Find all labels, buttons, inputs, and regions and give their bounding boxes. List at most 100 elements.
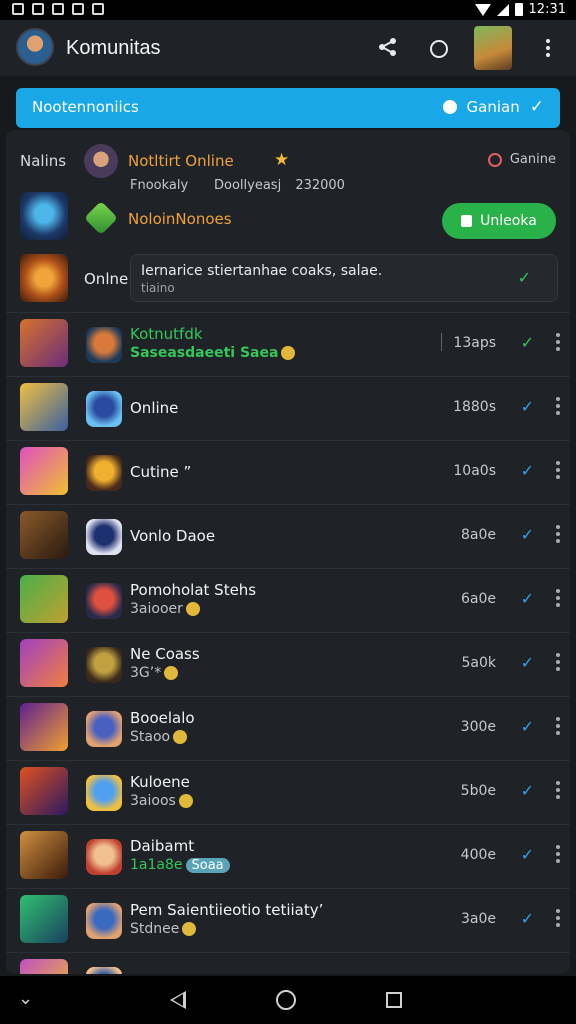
list-item[interactable]: Cutine ” 10a0s ✓ (6, 440, 570, 502)
more-vert-icon[interactable] (556, 909, 560, 927)
more-vert-icon[interactable] (556, 461, 560, 479)
online-label: Onlne (84, 270, 129, 288)
divider (441, 333, 442, 351)
list-item[interactable]: Online 1880s ✓ (6, 376, 570, 438)
circle-icon[interactable] (426, 36, 450, 60)
list-item[interactable]: Kuloene 3aioos 5b0e ✓ (6, 760, 570, 822)
item-avatar[interactable] (86, 455, 122, 491)
list-item[interactable]: Pem Saientiieotio tetiiaty’ Stdnee 3a0e ✓ (6, 888, 570, 950)
header-avatar[interactable] (84, 144, 118, 178)
item-thumbnail (20, 319, 68, 367)
item-avatar[interactable] (86, 327, 122, 363)
list-item[interactable]: Ne Coass 3G’* 5a0k ✓ (6, 632, 570, 694)
check-icon: ✓ (520, 461, 534, 480)
more-vert-icon[interactable] (536, 36, 560, 60)
item-name: Pem Saientiieotio tetiiaty’ (130, 901, 324, 919)
item-subtitle-text: Saseasdaeeti Saea (130, 345, 279, 361)
banner-text: Nootennoniics (32, 98, 139, 116)
item-name: Kuloene (130, 773, 190, 791)
check-icon: ✓ (520, 333, 534, 352)
featured-row[interactable]: NoloinNonoes Unleoka (6, 190, 570, 250)
online-row[interactable]: Onlne Iernarice stiertanhae coaks, salae… (20, 254, 558, 304)
item-avatar[interactable] (86, 519, 122, 555)
status-time: 12:31 (528, 2, 566, 17)
item-subtitle: 1a1a8e Soaa (130, 857, 230, 873)
coin-icon (281, 346, 296, 360)
share-icon[interactable] (376, 36, 400, 60)
banner-action[interactable]: Ganian ✓ (442, 97, 544, 117)
check-icon: ✓ (529, 97, 544, 117)
item-name: Cutine ” (130, 463, 192, 481)
message-bubble[interactable]: Iernarice stiertanhae coaks, salae. tiai… (130, 254, 558, 302)
more-vert-icon[interactable] (556, 397, 560, 415)
list-item[interactable]: Vonlo Daoe 8a0e ✓ (6, 504, 570, 566)
recents-icon[interactable] (386, 992, 402, 1008)
more-vert-icon[interactable] (556, 525, 560, 543)
item-thumbnail (20, 575, 68, 623)
more-vert-icon[interactable] (556, 717, 560, 735)
chevron-down-icon[interactable]: ⌄ (18, 988, 33, 1009)
item-subtitle: 3aiooer (130, 601, 200, 617)
more-vert-icon[interactable] (556, 653, 560, 671)
notification-banner[interactable]: Nootennoniics Ganian ✓ (16, 88, 560, 128)
item-avatar[interactable] (86, 711, 122, 747)
message-text: Iernarice stiertanhae coaks, salae. (141, 263, 383, 279)
list-item[interactable]: Booelalo Staoo 300e ✓ (6, 696, 570, 758)
item-subtitle: Staoo (130, 729, 188, 745)
header-label: Nalins (20, 152, 67, 170)
coin-icon (185, 602, 200, 616)
item-avatar[interactable] (86, 839, 122, 875)
item-name: Kotnutfdk (130, 325, 203, 343)
item-thumbnail (20, 383, 68, 431)
battery-icon (514, 3, 523, 16)
item-thumbnail (20, 767, 68, 815)
signal-icon (496, 3, 509, 16)
lock-icon (461, 215, 473, 227)
notification-icon (72, 3, 84, 15)
list-item[interactable]: Aodhae (6, 952, 570, 974)
item-thumbnail (20, 447, 68, 495)
list-item[interactable]: Kotnutfdk Saseasdaeeti Saea 13aps ✓ (6, 312, 570, 374)
online-thumbnail (20, 254, 68, 302)
item-avatar[interactable] (86, 775, 122, 811)
item-subtitle-text: 3aiooer (130, 601, 183, 617)
check-icon: ✓ (520, 717, 534, 736)
item-thumbnail (20, 959, 68, 974)
item-meta: 6a0e (460, 591, 496, 607)
check-icon: ✓ (520, 525, 534, 544)
item-subtitle: 3aioos (130, 793, 193, 809)
profile-thumbnail[interactable] (474, 26, 512, 70)
item-avatar[interactable] (86, 391, 122, 427)
check-icon: ✓ (520, 589, 534, 608)
app-avatar[interactable] (16, 28, 54, 66)
item-avatar[interactable] (86, 647, 122, 683)
coin-icon (182, 922, 197, 936)
header-title: Notltirt Online (128, 152, 234, 170)
item-subtitle: Stdnee (130, 921, 197, 937)
unlock-button[interactable]: Unleoka (442, 203, 556, 239)
status-bar: 12:31 (0, 0, 576, 20)
list-item[interactable]: Daibamt 1a1a8e Soaa 400e ✓ (6, 824, 570, 886)
item-avatar[interactable] (86, 903, 122, 939)
check-icon: ✓ (517, 268, 531, 287)
community-card: Nalins Notltirt Online ★ Ganine Fnookaly… (6, 130, 570, 974)
item-meta: 13aps (453, 335, 496, 351)
check-icon: ✓ (520, 781, 534, 800)
item-avatar[interactable] (86, 583, 122, 619)
heart-icon (487, 152, 502, 167)
item-avatar[interactable] (86, 967, 122, 974)
more-vert-icon[interactable] (556, 333, 560, 351)
check-icon: ✓ (520, 653, 534, 672)
more-vert-icon[interactable] (556, 781, 560, 799)
item-meta: 8a0e (460, 527, 496, 543)
item-subtitle-text: 3aioos (130, 793, 176, 809)
wifi-icon (474, 3, 491, 16)
home-icon[interactable] (276, 990, 296, 1010)
coin-icon (178, 794, 193, 808)
more-vert-icon[interactable] (556, 845, 560, 863)
list-item[interactable]: Pomoholat Stehs 3aiooer 6a0e ✓ (6, 568, 570, 630)
more-vert-icon[interactable] (556, 589, 560, 607)
back-icon[interactable] (170, 991, 186, 1009)
app-bar: Komunitas (0, 20, 576, 76)
item-thumbnail (20, 703, 68, 751)
